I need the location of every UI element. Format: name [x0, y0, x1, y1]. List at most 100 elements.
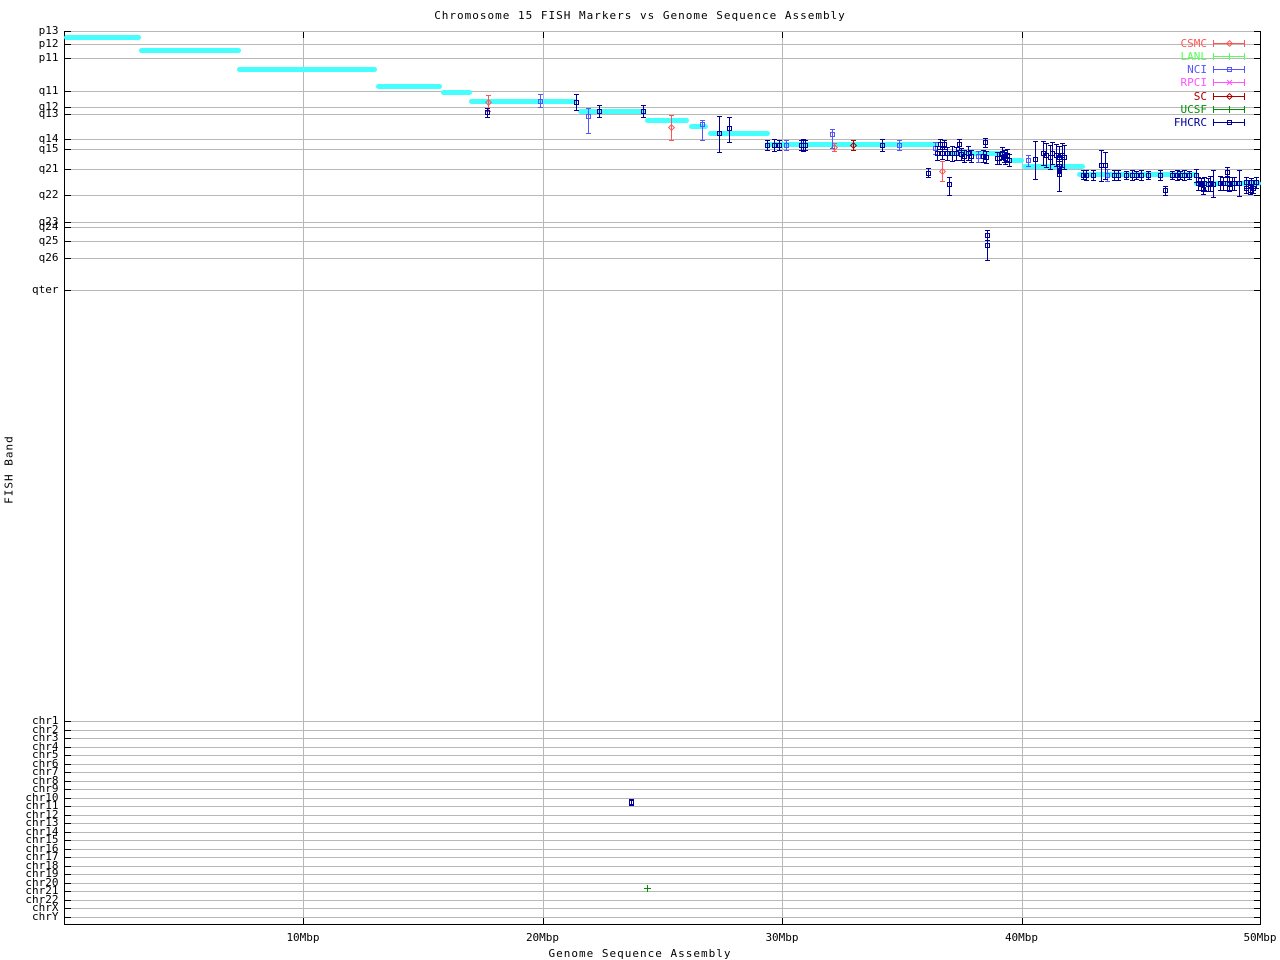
marker-square — [1084, 173, 1089, 178]
gridline-q25 — [65, 241, 1261, 242]
legend-label-SC: SC — [1127, 90, 1207, 103]
y-tick-label-q13: q13 — [1, 108, 59, 120]
left-tick-chrY — [65, 917, 71, 918]
left-tick-q11 — [65, 91, 71, 92]
right-tick-chr19 — [1254, 874, 1260, 875]
error-bar-cap — [1134, 171, 1139, 172]
marker-square — [485, 110, 490, 115]
left-tick-q12 — [65, 107, 71, 108]
top-tick-20Mbp — [543, 32, 544, 38]
error-bar-cap — [1211, 197, 1216, 198]
x-tick-label-30Mbp: 30Mbp — [752, 932, 812, 944]
marker-square — [984, 155, 989, 160]
error-bar-cap — [1057, 191, 1062, 192]
marker-square — [717, 131, 722, 136]
bottom-tick-40Mbp — [1022, 918, 1023, 924]
gridline-chr19 — [65, 874, 1261, 875]
right-tick-p11 — [1254, 58, 1260, 59]
x-axis-label: Genome Sequence Assembly — [0, 947, 1280, 960]
left-tick-p13 — [65, 31, 71, 32]
y-tick-label-qter: qter — [1, 284, 59, 296]
gridline-chrX — [65, 908, 1261, 909]
marker-square — [1254, 180, 1259, 185]
right-tick-q11 — [1254, 91, 1260, 92]
marker-square — [1211, 182, 1216, 187]
error-bar-cap — [1201, 194, 1206, 195]
right-tick-chr15 — [1254, 840, 1260, 841]
error-bar-cap — [717, 116, 722, 117]
top-tick-40Mbp — [1022, 32, 1023, 38]
top-tick-10Mbp — [303, 32, 304, 38]
gridline-chr6 — [65, 764, 1261, 765]
left-tick-chr17 — [65, 857, 71, 858]
y-tick-label-q11: q11 — [1, 85, 59, 97]
gridline-qter — [65, 290, 1261, 291]
error-bar-cap — [765, 140, 770, 141]
right-tick-chr8 — [1254, 781, 1260, 782]
error-bar-cap — [777, 140, 782, 141]
error-bar-cap — [1249, 178, 1254, 179]
y-tick-label-q26: q26 — [1, 252, 59, 264]
y-tick-label-q21: q21 — [1, 163, 59, 175]
error-bar-cap — [1199, 178, 1204, 179]
error-bar-cap — [727, 142, 732, 143]
marker-square — [629, 800, 634, 805]
error-bar-cap — [1187, 179, 1192, 180]
left-tick-chr3 — [65, 738, 71, 739]
legend-sample-cap — [1213, 79, 1214, 86]
assembly-band-segment — [376, 84, 442, 89]
right-tick-q12 — [1254, 107, 1260, 108]
error-bar-cap — [1251, 193, 1256, 194]
marker-square — [985, 243, 990, 248]
error-bar-cap — [1116, 180, 1121, 181]
right-tick-qter — [1254, 290, 1260, 291]
gridline-chr3 — [65, 738, 1261, 739]
left-tick-chr16 — [65, 849, 71, 850]
legend-sample-cap — [1213, 119, 1214, 126]
gridline-chr9 — [65, 789, 1261, 790]
left-tick-chr6 — [65, 764, 71, 765]
gridline-chr18 — [65, 866, 1261, 867]
right-tick-q15 — [1254, 149, 1260, 150]
marker-square — [574, 100, 579, 105]
right-tick-chr21 — [1254, 891, 1260, 892]
error-bar-cap — [1044, 167, 1049, 168]
error-bar-cap — [1007, 166, 1012, 167]
error-bar-cap — [485, 108, 490, 109]
right-tick-q13 — [1254, 114, 1260, 115]
error-bar-cap — [926, 177, 931, 178]
bottom-tick-30Mbp — [782, 918, 783, 924]
error-bar-cap — [1084, 180, 1089, 181]
right-tick-chr3 — [1254, 738, 1260, 739]
right-tick-q26 — [1254, 258, 1260, 259]
right-tick-chr1 — [1254, 721, 1260, 722]
right-tick-chr16 — [1254, 849, 1260, 850]
assembly-band-segment — [645, 118, 688, 123]
y-tick-label-q22: q22 — [1, 189, 59, 201]
legend-sample-cap — [1213, 93, 1214, 100]
right-tick-q21 — [1254, 169, 1260, 170]
error-bar-cap — [1232, 190, 1237, 191]
gridline-p12 — [65, 44, 1261, 45]
error-bar-cap — [947, 195, 952, 196]
legend-sample-cap — [1213, 106, 1214, 113]
gridline-chr10 — [65, 798, 1261, 799]
gridline-q26 — [65, 258, 1261, 259]
marker-square — [1124, 173, 1129, 178]
left-tick-q25 — [65, 241, 71, 242]
error-bar-cap — [983, 147, 988, 148]
right-tick-chr14 — [1254, 832, 1260, 833]
gridline-chr8 — [65, 781, 1261, 782]
left-tick-chr4 — [65, 747, 71, 748]
right-tick-chr2 — [1254, 730, 1260, 731]
error-bar-cap — [897, 140, 902, 141]
left-tick-chr5 — [65, 755, 71, 756]
error-bar-cap — [984, 151, 989, 152]
error-bar-cap — [1105, 169, 1110, 170]
right-tick-chr22 — [1254, 900, 1260, 901]
error-bar-cap — [945, 147, 950, 148]
error-bar-cap — [1248, 194, 1253, 195]
left-tick-p12 — [65, 44, 71, 45]
bottom-tick-50Mbp — [1260, 918, 1261, 924]
assembly-band-segment — [64, 35, 142, 40]
